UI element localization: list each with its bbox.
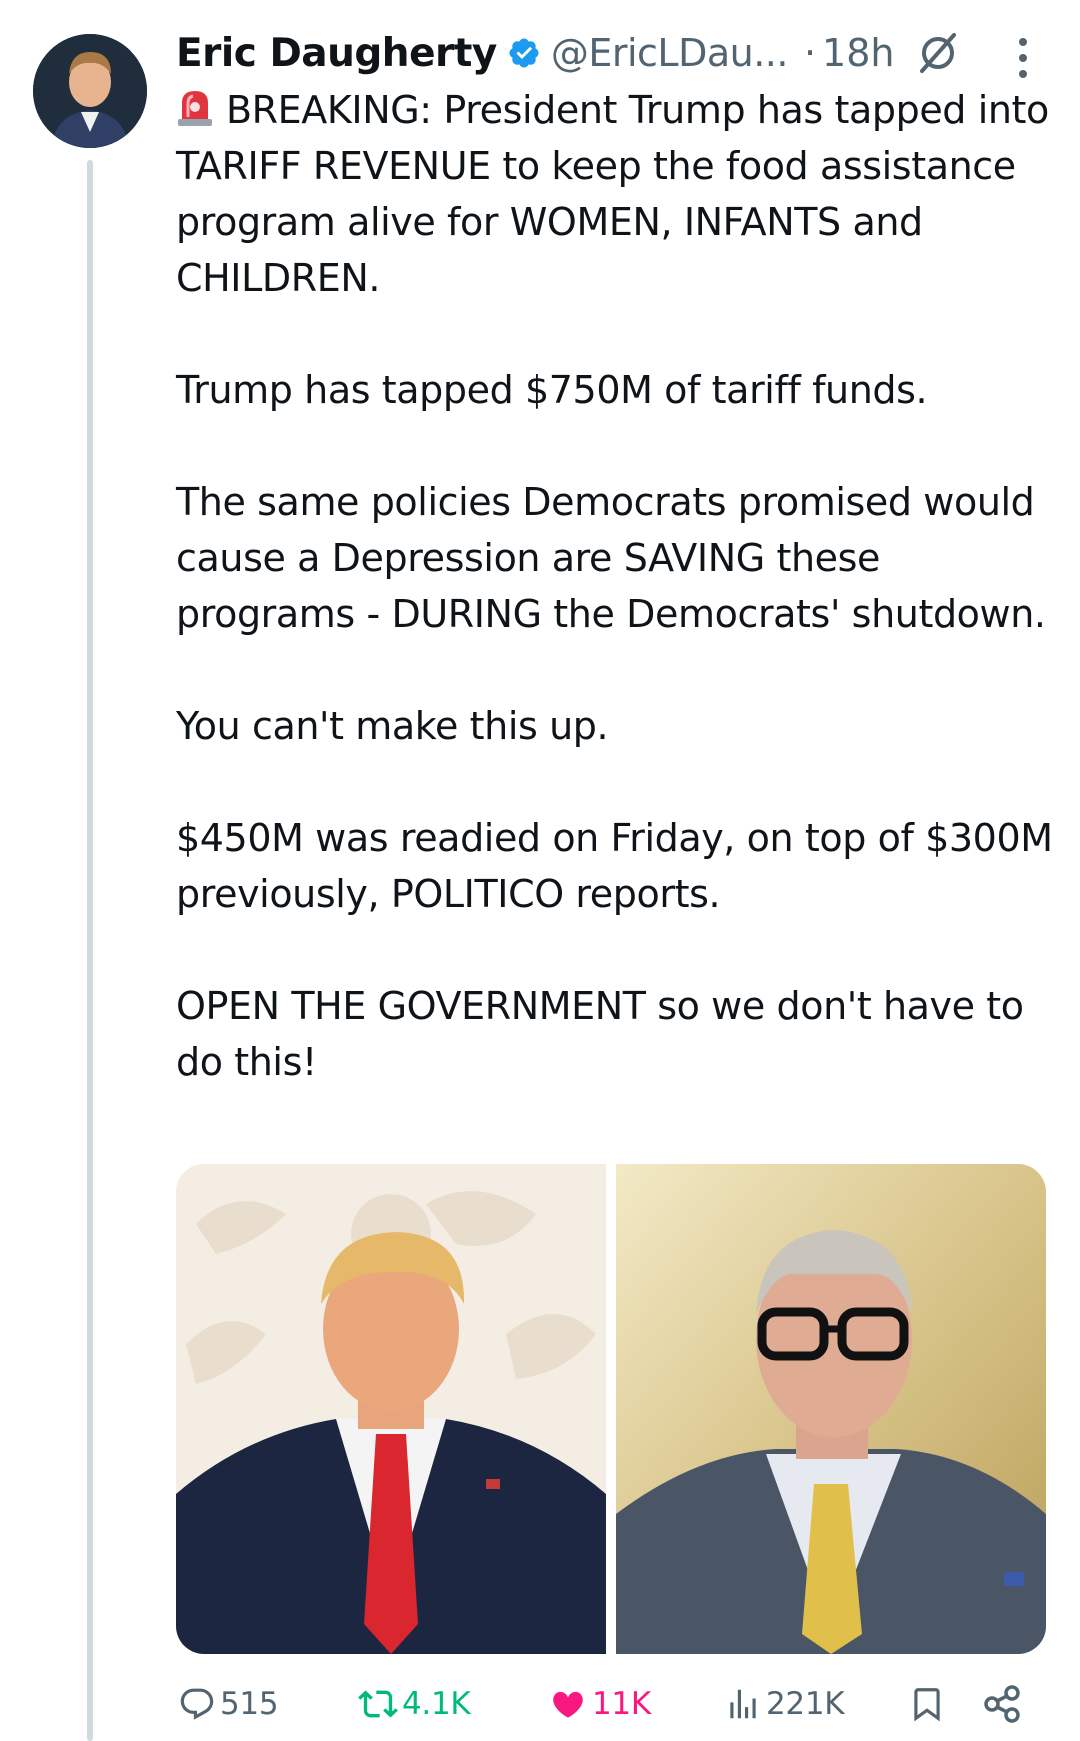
action-bar: 515 4.1K 11K 221K [176,1676,1056,1732]
siren-emoji-icon [178,91,212,126]
avatar[interactable] [33,34,147,148]
like-count: 11K [592,1686,651,1722]
reply-count: 515 [220,1686,279,1722]
paragraph-5: $450M was readied on Friday, on top of $… [176,816,1053,916]
media-photo-right[interactable] [616,1164,1046,1654]
paragraph-3: The same policies Democrats promised wou… [176,480,1046,636]
views-count: 221K [766,1686,845,1722]
paragraph-breaking: BREAKING: President Trump has tapped int… [176,82,1056,306]
grok-icon[interactable] [916,31,960,75]
timestamp[interactable]: 18h [822,31,894,75]
paragraph-6: OPEN THE GOVERNMENT so we don't have to … [176,984,1024,1084]
media-photo-left[interactable] [176,1164,606,1654]
like-button[interactable]: 11K [548,1676,651,1732]
repost-icon [358,1690,398,1718]
paragraph-2: Trump has tapped $750M of tariff funds. [176,368,928,412]
separator-dot: · [803,31,817,75]
author-handle[interactable]: @EricLDau... [551,31,789,75]
heart-icon [553,1691,583,1718]
reply-icon [180,1688,214,1720]
media-grid [176,1164,1046,1654]
bookmark-button[interactable] [908,1676,950,1732]
reply-button[interactable]: 515 [178,1676,279,1732]
thread-line [87,160,93,1741]
more-vertical-icon[interactable] [1016,38,1030,78]
repost-count: 4.1K [402,1686,471,1722]
paragraph-4: You can't make this up. [176,704,609,748]
verified-badge-icon [509,38,539,68]
views-icon [730,1689,756,1719]
paragraph-1: BREAKING: President Trump has tapped int… [176,88,1049,300]
share-icon [984,1685,1020,1723]
repost-button[interactable]: 4.1K [358,1676,471,1732]
tweet-header: Eric Daugherty @EricLDau... · 18h [176,22,1056,84]
tweet-text: BREAKING: President Trump has tapped int… [176,82,1056,1090]
views-button[interactable]: 221K [724,1676,845,1732]
more-dot [1019,38,1027,46]
share-button[interactable] [982,1676,1026,1732]
more-dot [1019,54,1027,62]
bookmark-icon [914,1688,940,1722]
author-name[interactable]: Eric Daugherty [176,31,497,76]
more-dot [1019,70,1027,78]
